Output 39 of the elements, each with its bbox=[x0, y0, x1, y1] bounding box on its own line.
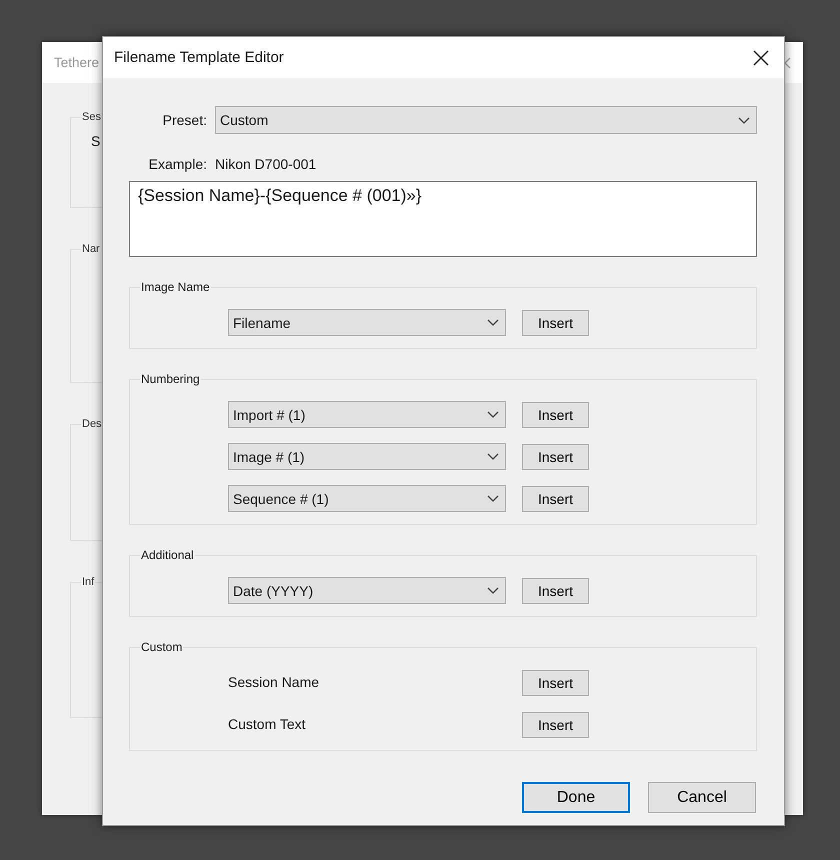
window-title: Tethere bbox=[54, 55, 100, 70]
token-dropdown[interactable]: Date (YYYY) bbox=[228, 577, 506, 604]
caret-icon bbox=[487, 453, 499, 460]
example-value: Nikon D700-001 bbox=[215, 156, 316, 172]
section-label: Image Name bbox=[140, 280, 211, 294]
token-dropdown[interactable]: Sequence # (1) bbox=[228, 485, 506, 512]
caret-icon bbox=[487, 587, 499, 594]
group-label: Inf bbox=[81, 576, 96, 588]
insert-button[interactable]: Insert bbox=[522, 670, 589, 696]
template-field[interactable]: {Session Name}-{Sequence # (001)»} bbox=[129, 181, 757, 257]
close-icon[interactable] bbox=[753, 50, 769, 66]
insert-button[interactable]: Insert bbox=[522, 712, 589, 738]
insert-button[interactable]: Insert bbox=[522, 578, 589, 604]
caret-icon bbox=[487, 411, 499, 418]
example-label: Example: bbox=[148, 156, 207, 172]
token-dropdown[interactable]: Image # (1) bbox=[228, 443, 506, 470]
insert-button[interactable]: Insert bbox=[522, 310, 589, 336]
dialog-button[interactable]: Cancel bbox=[648, 782, 756, 813]
dialog-button[interactable]: Done bbox=[522, 782, 630, 813]
section-label: Additional bbox=[140, 548, 195, 562]
insert-button[interactable]: Insert bbox=[522, 444, 589, 470]
group-label: Des bbox=[81, 418, 103, 430]
token-label: Custom Text bbox=[228, 715, 307, 734]
caret-icon bbox=[487, 319, 499, 326]
preset-label: Preset: bbox=[162, 112, 207, 128]
insert-button[interactable]: Insert bbox=[522, 486, 589, 512]
dialog-title: Filename Template Editor bbox=[114, 49, 284, 66]
token-label: Session Name bbox=[228, 673, 320, 692]
caret-icon bbox=[738, 116, 750, 124]
section-label: Numbering bbox=[140, 372, 201, 386]
token-dropdown[interactable]: Filename bbox=[228, 309, 506, 336]
token-dropdown[interactable]: Import # (1) bbox=[228, 401, 506, 428]
group-label: Ses bbox=[81, 111, 102, 123]
insert-button[interactable]: Insert bbox=[522, 402, 589, 428]
field-label: S bbox=[91, 133, 100, 149]
group-label: Nar bbox=[81, 243, 101, 255]
section-label: Custom bbox=[140, 640, 184, 654]
preset-dropdown[interactable]: Custom bbox=[215, 106, 757, 134]
caret-icon bbox=[487, 495, 499, 502]
